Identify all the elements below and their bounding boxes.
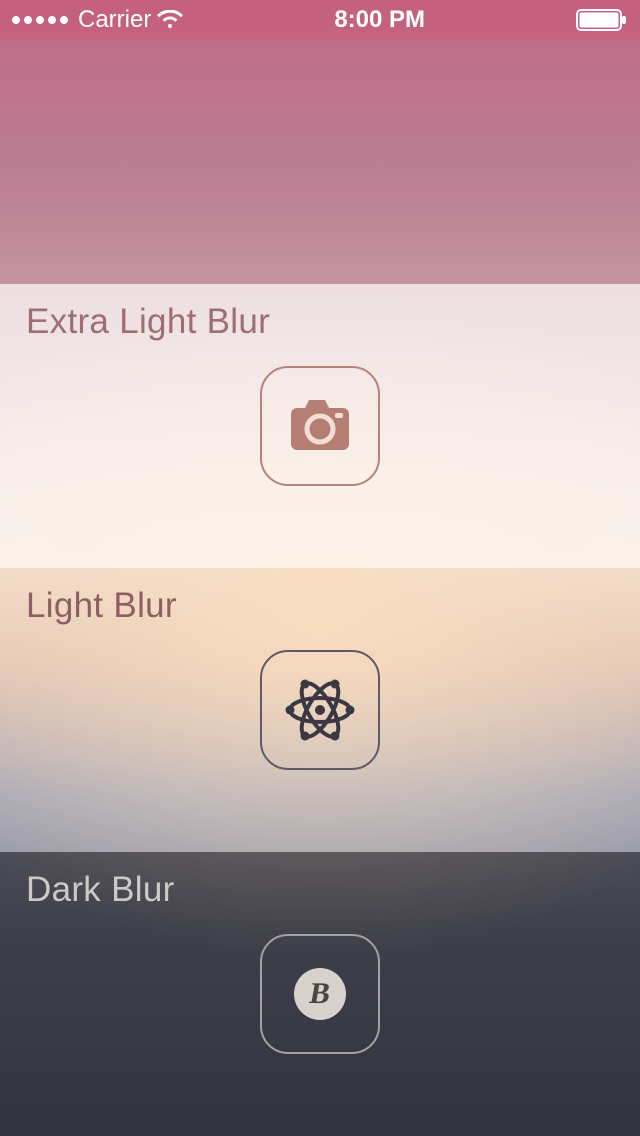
extra-light-blur-button[interactable] bbox=[260, 366, 380, 486]
carrier-label: Carrier bbox=[78, 6, 151, 34]
blur-panels: Extra Light Blur Light Blur bbox=[0, 284, 640, 1136]
panel-label: Extra Light Blur bbox=[26, 302, 614, 342]
panel-extra-light-blur: Extra Light Blur bbox=[0, 284, 640, 568]
clock: 8:00 PM bbox=[334, 6, 425, 34]
dark-blur-button[interactable]: B bbox=[260, 934, 380, 1054]
status-left: Carrier bbox=[12, 6, 183, 34]
bitcoin-icon: B bbox=[294, 968, 346, 1020]
panel-light-blur: Light Blur bbox=[0, 568, 640, 852]
atom-icon bbox=[281, 671, 359, 749]
panel-dark-blur: Dark Blur B bbox=[0, 852, 640, 1136]
panel-label: Dark Blur bbox=[26, 870, 614, 910]
camera-icon bbox=[287, 400, 353, 452]
battery-icon bbox=[576, 9, 628, 31]
status-right bbox=[576, 9, 628, 31]
panel-label: Light Blur bbox=[26, 586, 614, 626]
wifi-icon bbox=[157, 10, 183, 30]
light-blur-button[interactable] bbox=[260, 650, 380, 770]
signal-dots-icon bbox=[12, 16, 68, 24]
status-bar: Carrier 8:00 PM bbox=[0, 0, 640, 40]
